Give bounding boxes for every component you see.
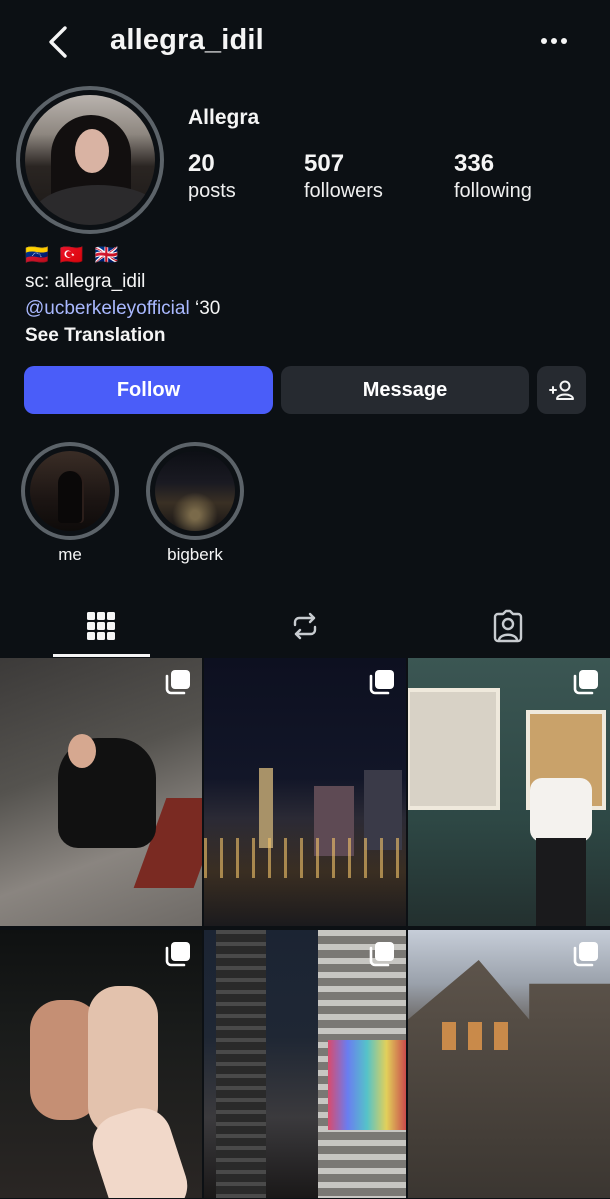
followers-stat[interactable]: 507 followers xyxy=(304,150,383,204)
suggest-accounts-button[interactable] xyxy=(537,366,586,414)
posts-label: posts xyxy=(188,180,236,202)
highlight-label: bigberk xyxy=(167,545,223,564)
message-button[interactable]: Message xyxy=(281,366,529,414)
highlight-ring xyxy=(21,442,119,540)
tagged-icon xyxy=(493,609,523,643)
active-tab-indicator xyxy=(53,654,150,657)
carousel-icon xyxy=(165,670,190,695)
profile-bio: 🇻🇪 🇹🇷 🇬🇧 sc: allegra_idil @ucberkeleyoff… xyxy=(25,244,585,349)
highlight-me[interactable]: me xyxy=(21,442,119,566)
following-count: 336 xyxy=(454,150,495,177)
profile-tabs xyxy=(0,596,610,656)
carousel-icon xyxy=(573,670,598,695)
posts-count: 20 xyxy=(188,150,215,177)
reposts-icon xyxy=(293,612,317,640)
bio-school-line: @ucberkeleyofficial ‘30 xyxy=(25,295,585,322)
bio-mention-suffix: ‘30 xyxy=(189,298,221,319)
highlight-bigberk[interactable]: bigberk xyxy=(146,442,244,566)
more-horizontal-icon xyxy=(541,38,567,44)
post-thumbnail[interactable] xyxy=(204,930,406,1198)
post-thumbnail[interactable] xyxy=(204,658,406,926)
following-label: following xyxy=(454,180,532,202)
bio-snapchat: sc: allegra_idil xyxy=(25,271,146,292)
top-bar: allegra_idil xyxy=(0,0,610,84)
highlight-label: me xyxy=(58,545,82,564)
followers-count: 507 xyxy=(304,150,345,177)
following-stat[interactable]: 336 following xyxy=(454,150,532,204)
tab-tagged[interactable] xyxy=(460,596,556,656)
carousel-icon xyxy=(165,942,190,967)
avatar-photo xyxy=(25,95,155,225)
bio-flags: 🇻🇪 🇹🇷 🇬🇧 xyxy=(25,245,122,266)
add-person-icon xyxy=(548,380,574,400)
chevron-left-icon xyxy=(49,26,67,58)
carousel-icon xyxy=(369,942,394,967)
highlight-cover xyxy=(30,451,110,531)
back-button[interactable] xyxy=(40,22,76,62)
profile-display-name: Allegra xyxy=(188,106,260,129)
grid-icon xyxy=(87,612,115,640)
profile-avatar[interactable] xyxy=(16,86,164,234)
see-translation-link[interactable]: See Translation xyxy=(25,322,585,349)
bio-mention-link[interactable]: @ucberkeleyofficial xyxy=(25,298,190,319)
tab-posts-grid[interactable] xyxy=(53,596,149,656)
post-thumbnail[interactable] xyxy=(408,658,610,926)
highlight-cover xyxy=(155,451,235,531)
post-thumbnail[interactable] xyxy=(0,930,202,1198)
carousel-icon xyxy=(369,670,394,695)
profile-username: allegra_idil xyxy=(110,24,264,56)
post-thumbnail[interactable] xyxy=(408,930,610,1198)
highlight-ring xyxy=(146,442,244,540)
more-options-button[interactable] xyxy=(534,26,574,56)
posts-stat[interactable]: 20 posts xyxy=(188,150,236,204)
tab-reposts[interactable] xyxy=(257,596,353,656)
followers-label: followers xyxy=(304,180,383,202)
follow-button[interactable]: Follow xyxy=(24,366,273,414)
carousel-icon xyxy=(573,942,598,967)
post-thumbnail[interactable] xyxy=(0,658,202,926)
